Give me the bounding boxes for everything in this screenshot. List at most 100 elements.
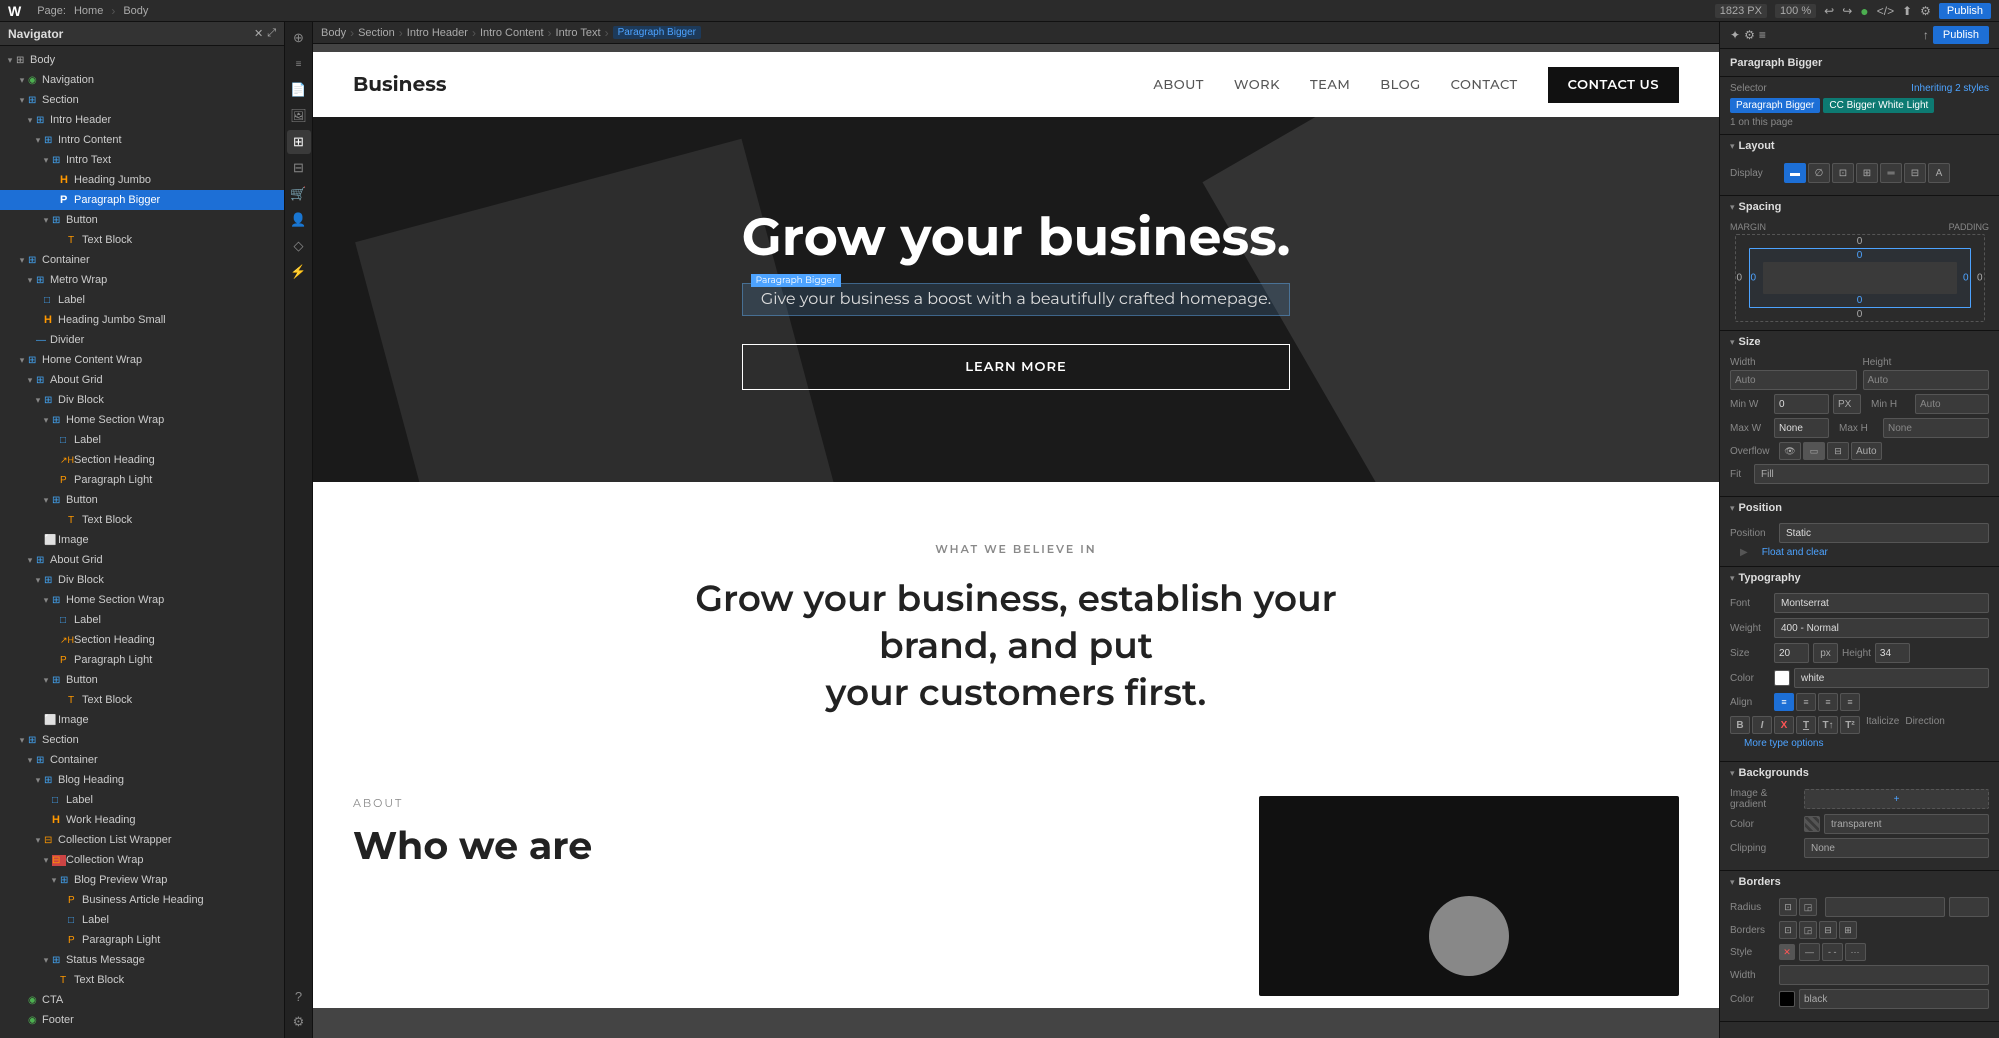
typography-section-header[interactable]: ▾ Typography [1720, 567, 1999, 589]
border-color-field[interactable]: black [1799, 989, 1989, 1009]
display-btn-inline-flex[interactable]: A [1928, 163, 1950, 183]
bg-color-swatch[interactable] [1804, 816, 1820, 832]
nav-item-intro-content[interactable]: ▾ ⊞ Intro Content [0, 130, 284, 150]
sidebar-ecommerce-icon[interactable]: 🛒 [287, 182, 311, 206]
page-name[interactable]: Home [74, 5, 103, 17]
publish-button[interactable]: Publish [1939, 3, 1991, 19]
padding-left-value[interactable]: 0 [1751, 273, 1757, 284]
radius-field[interactable] [1825, 897, 1945, 917]
size-section-header[interactable]: ▾ Size [1720, 331, 1999, 353]
padding-top-value[interactable]: 0 [1857, 250, 1863, 261]
nav-link-team[interactable]: TEAM [1310, 77, 1350, 93]
nav-item-text-block3[interactable]: T Text Block [0, 690, 284, 710]
color-value-typo[interactable]: white [1794, 668, 1989, 688]
display-btn-block[interactable]: ▬ [1784, 163, 1806, 183]
nav-link-about[interactable]: ABOUT [1153, 77, 1204, 93]
rp-settings-icon[interactable]: ⚙ [1744, 28, 1755, 42]
border-solid-btn[interactable]: — [1799, 943, 1820, 961]
add-image-gradient-btn[interactable]: + [1804, 789, 1989, 809]
margin-right-value[interactable]: 0 [1977, 273, 1983, 284]
breadcrumb-intro-text[interactable]: Intro Text [556, 27, 601, 39]
more-type-options-link[interactable]: More type options [1744, 738, 1989, 749]
font-field[interactable]: Montserrat [1774, 593, 1989, 613]
nav-item-paragraph-light3[interactable]: P Paragraph Light [0, 930, 284, 950]
underline-btn[interactable]: T [1796, 716, 1816, 734]
nav-link-contact[interactable]: CONTACT [1451, 77, 1518, 93]
nav-item-text-block2[interactable]: T Text Block [0, 510, 284, 530]
breadcrumb-intro-content[interactable]: Intro Content [480, 27, 544, 39]
nav-item-label3[interactable]: □ Label [0, 610, 284, 630]
sidebar-settings-icon[interactable]: ⚙ [287, 1010, 311, 1034]
font-size-field[interactable]: 20 [1774, 643, 1809, 663]
overflow-btn-scroll[interactable]: ⊟ [1827, 442, 1849, 460]
radius-all-btn[interactable]: ⊡ [1779, 898, 1797, 916]
bold-btn[interactable]: B [1730, 716, 1750, 734]
nav-item-label5[interactable]: □ Label + [0, 910, 284, 930]
display-btn-grid[interactable]: ⊞ [1856, 163, 1878, 183]
nav-item-blog-heading[interactable]: ▾ ⊞ Blog Heading [0, 770, 284, 790]
sidebar-members-icon[interactable]: 👤 [287, 208, 311, 232]
nav-item-collection-wrap[interactable]: ▾ ⊟ Collection Wrap [0, 850, 284, 870]
height-field[interactable]: Auto [1863, 370, 1990, 390]
breadcrumb-paragraph-bigger[interactable]: Paragraph Bigger [613, 26, 701, 39]
image2-plus-icon[interactable]: + [273, 713, 280, 727]
nav-item-button2[interactable]: ▾ ⊞ Button [0, 490, 284, 510]
nav-item-button3[interactable]: ▾ ⊞ Button [0, 670, 284, 690]
rp-users-icon[interactable]: ≡ [1759, 28, 1766, 42]
nav-item-section2[interactable]: ▾ ⊞ Section [0, 730, 284, 750]
nav-item-heading-jumbo-small[interactable]: H Heading Jumbo Small [0, 310, 284, 330]
nav-item-metro-wrap[interactable]: ▾ ⊞ Metro Wrap [0, 270, 284, 290]
padding-bottom-value[interactable]: 0 [1857, 295, 1863, 306]
bg-color-field[interactable]: transparent [1824, 814, 1989, 834]
contact-us-button[interactable]: CONTACT US [1548, 67, 1679, 103]
display-btn-none[interactable]: ∅ [1808, 163, 1830, 183]
export-icon[interactable]: ⬆ [1902, 4, 1912, 18]
nav-item-heading-jumbo[interactable]: H Heading Jumbo [0, 170, 284, 190]
fit-field[interactable]: Fill [1754, 464, 1989, 484]
align-center-btn[interactable]: ≡ [1796, 693, 1816, 711]
display-btn-flex[interactable]: ⊡ [1832, 163, 1854, 183]
nav-item-business-article-heading[interactable]: P Business Article Heading + [0, 890, 284, 910]
borders-individual-btn[interactable]: ◲ [1799, 921, 1817, 939]
padding-right-value[interactable]: 0 [1963, 273, 1969, 284]
breadcrumb-intro-header[interactable]: Intro Header [407, 27, 468, 39]
nav-item-work-heading[interactable]: H Work Heading [0, 810, 284, 830]
border-dashed-btn[interactable]: - - [1822, 943, 1843, 961]
nav-item-image2[interactable]: ⬜ Image + [0, 710, 284, 730]
nav-link-blog[interactable]: BLOG [1380, 77, 1420, 93]
nav-item-section[interactable]: ▾ ⊞ Section [0, 90, 284, 110]
max-h-field[interactable]: None [1883, 418, 1989, 438]
nav-item-blog-preview-wrap[interactable]: ▾ ⊞ Blog Preview Wrap [0, 870, 284, 890]
label5-plus-icon[interactable]: + [274, 915, 280, 926]
superscript-btn[interactable]: T² [1840, 716, 1860, 734]
font-size-unit[interactable]: px [1813, 643, 1838, 663]
margin-top-value[interactable]: 0 [1857, 236, 1863, 247]
sidebar-assets-icon[interactable]: 🖼 [287, 104, 311, 128]
nav-item-text-block4[interactable]: T Text Block [0, 970, 284, 990]
nav-item-div-block1[interactable]: ▾ ⊞ Div Block [0, 390, 284, 410]
sidebar-cms-icon[interactable]: ⊟ [287, 156, 311, 180]
nav-item-image1[interactable]: ⬜ Image + [0, 530, 284, 550]
nav-item-about-grid2[interactable]: ▾ ⊞ About Grid [0, 550, 284, 570]
image1-plus-icon[interactable]: + [273, 533, 280, 547]
nav-close-icon[interactable]: ✕ [254, 27, 263, 40]
radius-individual-btn[interactable]: ◲ [1799, 898, 1817, 916]
nav-item-cta[interactable]: ◉ CTA [0, 990, 284, 1010]
breadcrumb-body[interactable]: Body [321, 27, 346, 39]
min-h-field[interactable]: Auto [1915, 394, 1989, 414]
sidebar-layers-icon[interactable]: ⊞ [287, 130, 311, 154]
nav-item-section-heading2[interactable]: ↗H Section Heading [0, 630, 284, 650]
line-height-field[interactable]: 34 [1875, 643, 1910, 663]
min-w-field[interactable]: 0 [1774, 394, 1829, 414]
uppercase-btn[interactable]: T↑ [1818, 716, 1838, 734]
align-left-btn[interactable]: ≡ [1774, 693, 1794, 711]
code-icon[interactable]: </> [1877, 4, 1894, 18]
nav-item-label4[interactable]: □ Label [0, 790, 284, 810]
nav-item-section-heading1[interactable]: ↗H Section Heading [0, 450, 284, 470]
color-swatch-typo[interactable] [1774, 670, 1790, 686]
nav-item-label1[interactable]: □ Label [0, 290, 284, 310]
overflow-btn-hidden[interactable]: 👁 [1779, 442, 1801, 460]
nav-item-about-grid1[interactable]: ▾ ⊞ About Grid [0, 370, 284, 390]
float-and-clear-link[interactable]: Float and clear [1762, 547, 1828, 558]
selector-chip-paragraph-bigger[interactable]: Paragraph Bigger [1730, 98, 1820, 113]
